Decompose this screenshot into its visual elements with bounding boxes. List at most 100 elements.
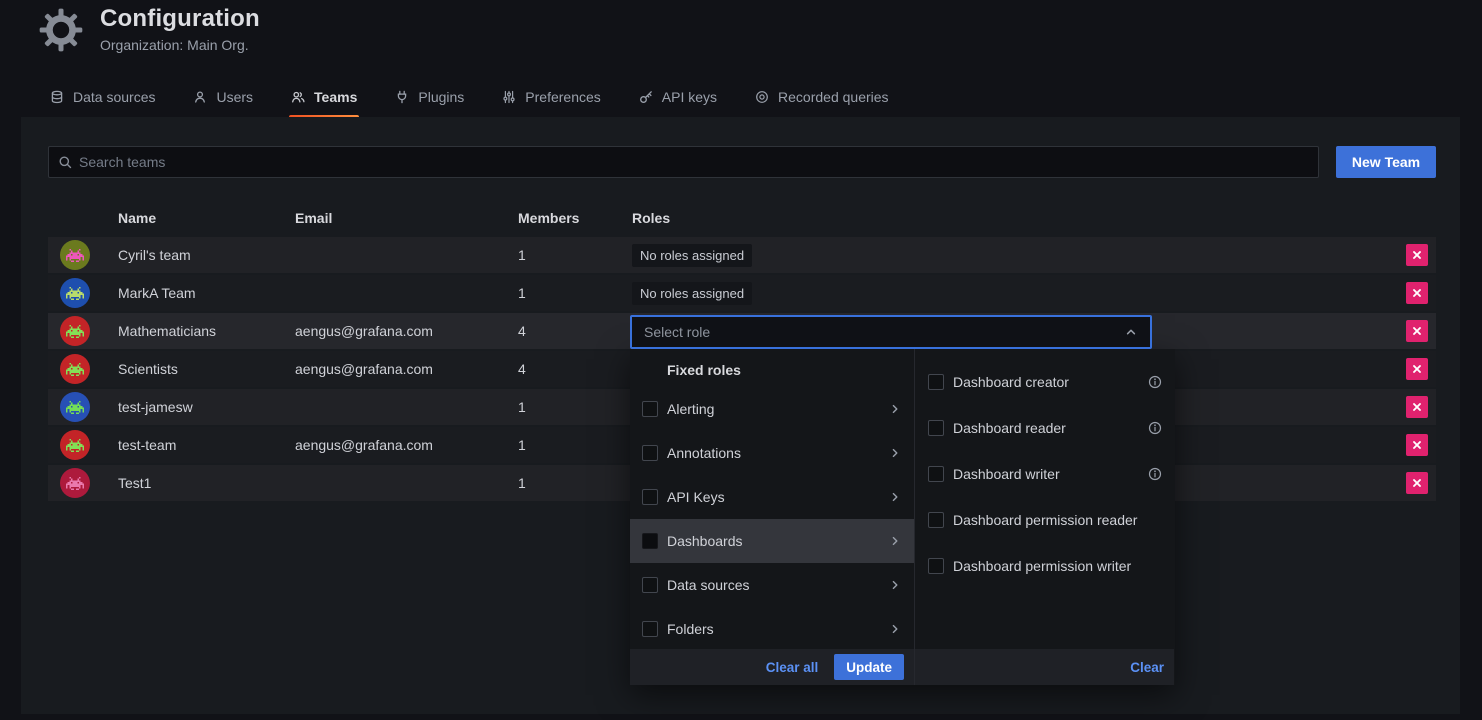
chevron-right-icon xyxy=(888,622,902,636)
table-row: Cyril's team 1 No roles assigned xyxy=(48,237,1436,273)
role-select-placeholder: Select role xyxy=(644,324,710,340)
submenu-footer: Clear xyxy=(915,649,1174,685)
new-team-button[interactable]: New Team xyxy=(1336,146,1436,178)
role-dashboard-reader[interactable]: Dashboard reader xyxy=(915,405,1174,451)
delete-team-button[interactable] xyxy=(1406,244,1428,266)
team-members-count: 1 xyxy=(518,437,632,453)
close-icon xyxy=(1410,400,1424,414)
team-members-count: 1 xyxy=(518,285,632,301)
role-picker-footer: Clear all Update xyxy=(630,649,914,685)
invader-icon xyxy=(66,363,84,376)
role-label: Dashboard permission reader xyxy=(953,512,1162,528)
checkbox[interactable] xyxy=(642,401,658,417)
chevron-up-icon xyxy=(1124,325,1138,339)
tab-plugins[interactable]: Plugins xyxy=(393,86,466,119)
tab-label: Plugins xyxy=(418,89,464,105)
invader-icon xyxy=(66,287,84,300)
checkbox[interactable] xyxy=(642,533,658,549)
info-icon[interactable] xyxy=(1148,421,1162,435)
delete-team-button[interactable] xyxy=(1406,396,1428,418)
checkbox[interactable] xyxy=(928,512,944,528)
tab-api-keys[interactable]: API keys xyxy=(637,86,719,119)
team-name-link[interactable]: Mathematicians xyxy=(118,323,295,339)
invader-icon xyxy=(66,439,84,452)
team-members-count: 4 xyxy=(518,361,632,377)
user-icon xyxy=(193,90,207,104)
tab-recorded-queries[interactable]: Recorded queries xyxy=(753,86,891,119)
tab-label: Preferences xyxy=(525,89,600,105)
clear-all-link[interactable]: Clear all xyxy=(766,660,819,675)
delete-team-button[interactable] xyxy=(1406,320,1428,342)
role-group-data-sources[interactable]: Data sources xyxy=(630,563,914,607)
role-dashboard-permission-reader[interactable]: Dashboard permission reader xyxy=(915,497,1174,543)
team-name-link[interactable]: Scientists xyxy=(118,361,295,377)
role-group-label: Dashboards xyxy=(667,533,879,549)
team-avatar xyxy=(60,392,90,422)
search-box xyxy=(48,146,1319,178)
checkbox[interactable] xyxy=(642,621,658,637)
team-avatar xyxy=(60,316,90,346)
role-dashboard-creator[interactable]: Dashboard creator xyxy=(915,359,1174,405)
close-icon xyxy=(1410,362,1424,376)
role-group-dashboards[interactable]: Dashboards xyxy=(630,519,914,563)
search-icon xyxy=(58,155,72,169)
checkbox[interactable] xyxy=(928,558,944,574)
team-name-link[interactable]: test-team xyxy=(118,437,295,453)
role-group-label: Data sources xyxy=(667,577,879,593)
role-dashboard-writer[interactable]: Dashboard writer xyxy=(915,451,1174,497)
delete-team-button[interactable] xyxy=(1406,472,1428,494)
role-group-alerting[interactable]: Alerting xyxy=(630,387,914,431)
close-icon xyxy=(1410,438,1424,452)
role-groups-menu: Fixed roles Alerting Annotations API Key… xyxy=(630,349,915,685)
role-group-folders[interactable]: Folders xyxy=(630,607,914,651)
team-name-link[interactable]: Test1 xyxy=(118,475,295,491)
checkbox[interactable] xyxy=(928,466,944,482)
team-name-link[interactable]: MarkA Team xyxy=(118,285,295,301)
role-dashboard-permission-writer[interactable]: Dashboard permission writer xyxy=(915,543,1174,589)
invader-icon xyxy=(66,477,84,490)
team-name-link[interactable]: test-jamesw xyxy=(118,399,295,415)
close-icon xyxy=(1410,476,1424,490)
checkbox[interactable] xyxy=(642,577,658,593)
invader-icon xyxy=(66,325,84,338)
checkbox[interactable] xyxy=(642,445,658,461)
tab-label: API keys xyxy=(662,89,717,105)
team-email: aengus@grafana.com xyxy=(295,323,518,339)
info-icon[interactable] xyxy=(1148,467,1162,481)
tab-users[interactable]: Users xyxy=(191,86,255,119)
tab-teams[interactable]: Teams xyxy=(289,86,359,119)
chevron-right-icon xyxy=(888,446,902,460)
clear-link[interactable]: Clear xyxy=(1130,660,1164,675)
delete-team-button[interactable] xyxy=(1406,358,1428,380)
update-button[interactable]: Update xyxy=(834,654,904,680)
team-email: aengus@grafana.com xyxy=(295,437,518,453)
checkbox[interactable] xyxy=(928,420,944,436)
tab-preferences[interactable]: Preferences xyxy=(500,86,602,119)
checkbox[interactable] xyxy=(642,489,658,505)
configuration-gear-icon xyxy=(38,7,84,53)
invader-icon xyxy=(66,249,84,262)
config-tab-bar: Data sources Users Teams Plugins Prefere… xyxy=(48,86,891,119)
teams-panel: New Team Name Email Members Roles Cyril'… xyxy=(21,117,1460,714)
role-group-annotations[interactable]: Annotations xyxy=(630,431,914,475)
tab-label: Recorded queries xyxy=(778,89,889,105)
database-icon xyxy=(50,90,64,104)
team-members-count: 1 xyxy=(518,475,632,491)
team-members-count: 4 xyxy=(518,323,632,339)
tab-label: Users xyxy=(216,89,253,105)
users-icon xyxy=(291,90,305,104)
no-roles-badge: No roles assigned xyxy=(632,244,752,267)
search-input[interactable] xyxy=(79,154,1309,170)
info-icon[interactable] xyxy=(1148,375,1162,389)
chevron-right-icon xyxy=(888,402,902,416)
tab-data-sources[interactable]: Data sources xyxy=(48,86,157,119)
role-group-api-keys[interactable]: API Keys xyxy=(630,475,914,519)
close-icon xyxy=(1410,286,1424,300)
checkbox[interactable] xyxy=(928,374,944,390)
delete-team-button[interactable] xyxy=(1406,434,1428,456)
chevron-right-icon xyxy=(888,490,902,504)
delete-team-button[interactable] xyxy=(1406,282,1428,304)
sliders-icon xyxy=(502,90,516,104)
team-name-link[interactable]: Cyril's team xyxy=(118,247,295,263)
role-select-input[interactable]: Select role xyxy=(630,315,1152,349)
